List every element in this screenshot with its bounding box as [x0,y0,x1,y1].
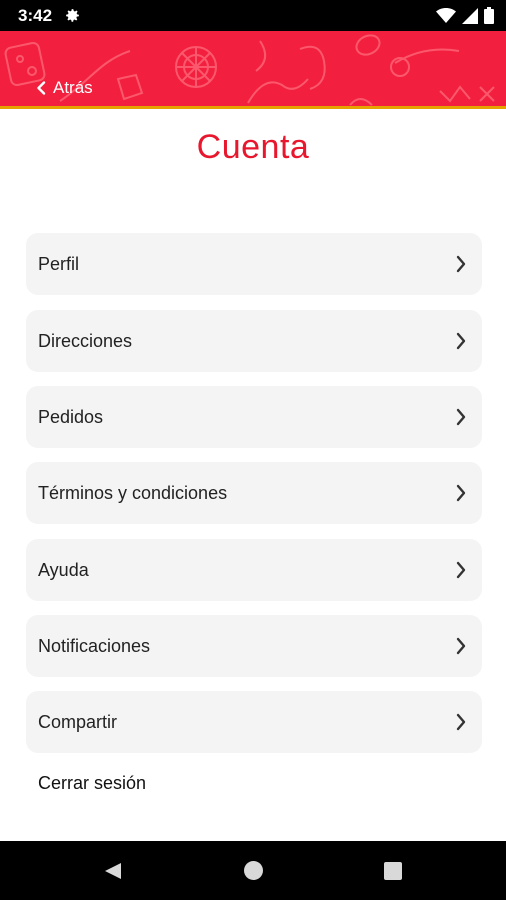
chevron-right-icon [456,408,466,426]
status-bar: 3:42 [0,0,506,31]
menu-item-label: Ayuda [38,559,89,580]
status-icons [436,7,494,24]
menu-item-label: Notificaciones [38,635,151,656]
back-triangle-icon[interactable] [103,861,123,881]
chevron-right-icon [456,713,466,731]
menu-item-pedidos[interactable]: Pedidos [26,386,482,448]
wifi-icon [436,7,456,23]
signal-icon [462,7,478,24]
back-button[interactable]: Atrás [36,78,93,98]
menu-item-perfil[interactable]: Perfil [26,233,482,295]
back-label: Atrás [53,78,93,97]
recents-square-icon[interactable] [384,862,402,880]
gear-icon [66,9,79,22]
logout-link[interactable]: Cerrar sesión [38,773,146,794]
chevron-right-icon [456,637,466,655]
menu-item-label: Compartir [38,711,118,732]
menu-item-label: Perfil [38,253,80,274]
menu-item-compartir[interactable]: Compartir [26,691,482,753]
chevron-right-icon [456,332,466,350]
header-accent-stripe [0,106,506,109]
chevron-right-icon [456,561,466,579]
menu-item-label: Direcciones [38,330,133,351]
chevron-right-icon [456,484,466,502]
chevron-left-icon [37,81,46,95]
menu-item-ayuda[interactable]: Ayuda [26,539,482,601]
status-time: 3:42 [18,6,53,25]
home-circle-icon[interactable] [244,861,263,880]
system-navigation-bar [0,841,506,900]
page-title: Cuenta [196,128,310,166]
menu-item-notificaciones[interactable]: Notificaciones [26,615,482,677]
chevron-right-icon [456,255,466,273]
menu-item-label: Pedidos [38,406,104,427]
menu-item-label: Términos y condiciones [38,482,228,503]
menu-item-direcciones[interactable]: Direcciones [26,310,482,372]
battery-icon [484,7,494,24]
menu-item-terminos[interactable]: Términos y condiciones [26,462,482,524]
